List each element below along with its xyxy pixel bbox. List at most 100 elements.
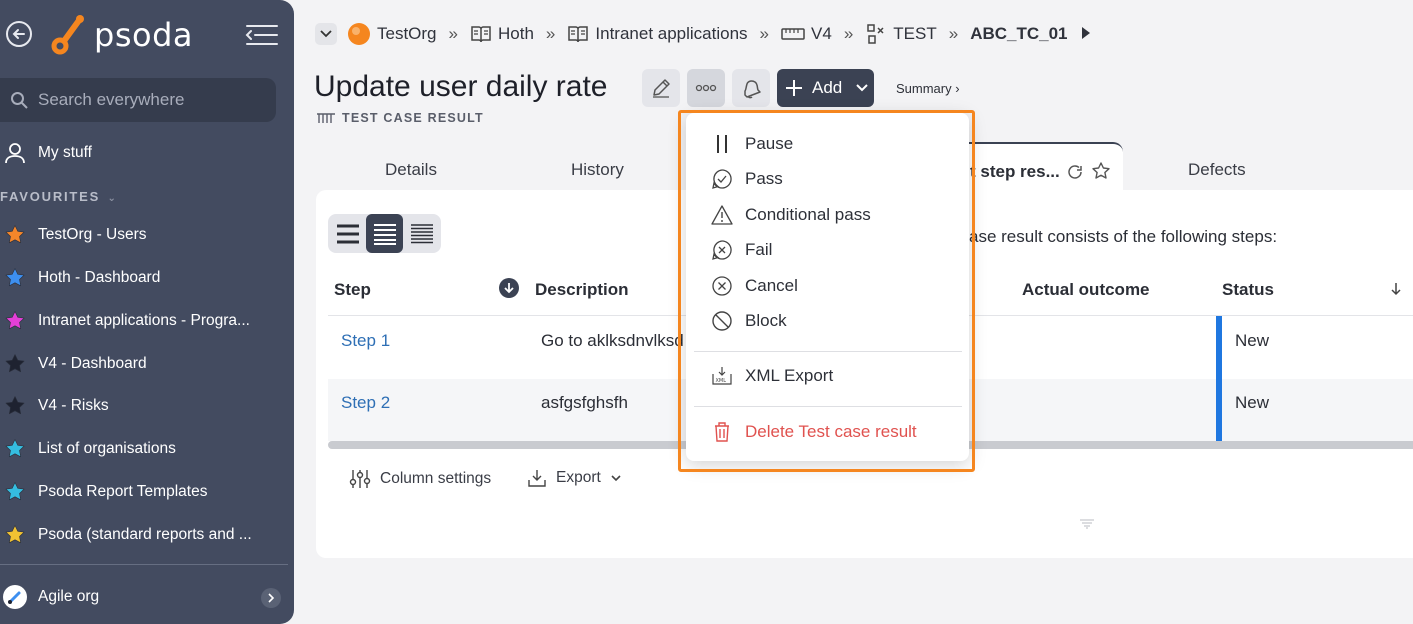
sidebar-item-favourite[interactable]: Psoda (standard reports and ... (0, 515, 290, 555)
breadcrumb-item-testorg[interactable]: TestOrg (347, 22, 437, 46)
cancel-icon (710, 274, 734, 298)
column-header-actual-outcome[interactable]: Actual outcome (1022, 280, 1150, 300)
star-icon (2, 436, 28, 462)
sidebar-divider (0, 564, 288, 565)
resize-handle-icon[interactable] (1079, 516, 1095, 534)
star-icon[interactable] (1091, 161, 1111, 181)
table-cell-description: Go to aklksdnvlksd (541, 331, 684, 350)
breadcrumb-dropdown-button[interactable] (315, 23, 337, 45)
sidebar-item-label: Agile org (38, 588, 100, 605)
table-cell-description: asfgsfghsfh (541, 393, 628, 412)
download-icon (528, 470, 546, 487)
search-input[interactable]: Search everywhere (0, 78, 276, 122)
export-button[interactable]: Export (527, 468, 621, 488)
warning-icon (710, 203, 734, 227)
view-compact-button[interactable] (403, 214, 440, 253)
menu-item-label: Cancel (745, 276, 798, 295)
add-button[interactable]: Add (777, 69, 874, 107)
column-settings-label: Column settings (380, 470, 492, 487)
sidebar-item-favourite[interactable]: Intranet applications - Progra... (0, 301, 290, 341)
breadcrumb-item-intranet[interactable]: Intranet applications (567, 24, 748, 44)
sidebar-item-favourite[interactable]: TestOrg - Users (0, 215, 290, 255)
edit-button[interactable] (642, 69, 680, 107)
favourites-heading[interactable]: FAVOURITES ⌄ (0, 189, 118, 204)
menu-item-pause[interactable]: Pause (710, 131, 793, 157)
test-icon (865, 23, 887, 45)
sidebar-item-label: V4 - Risks (38, 397, 109, 414)
sidebar-item-favourite[interactable]: List of organisations (0, 429, 290, 469)
caret-right-icon[interactable] (1081, 24, 1090, 44)
column-settings-button[interactable]: Column settings (349, 468, 491, 490)
sort-arrow-icon[interactable] (1390, 282, 1402, 301)
psoda-logo[interactable]: psoda (50, 13, 193, 57)
tab-details[interactable]: Details (385, 160, 437, 180)
list-compact-icon (410, 223, 433, 243)
refresh-icon[interactable] (1066, 163, 1084, 181)
summary-link[interactable]: Summary › (896, 81, 960, 96)
sidebar-item-favourite[interactable]: Hoth - Dashboard (0, 258, 290, 298)
tab-label: t step res... (970, 162, 1060, 181)
breadcrumb-label: ABC_TC_01 (970, 24, 1068, 43)
menu-item-cancel[interactable]: Cancel (710, 273, 798, 299)
breadcrumb-label: Intranet applications (595, 24, 748, 43)
back-icon[interactable] (6, 21, 32, 47)
breadcrumb-item-test[interactable]: TEST (865, 23, 937, 45)
sidebar-item-label: V4 - Dashboard (38, 355, 147, 372)
view-comfortable-button[interactable] (329, 214, 366, 253)
menu-item-pass[interactable]: Pass (710, 166, 783, 192)
menu-item-label: Block (745, 311, 787, 330)
breadcrumb-label: V4 (811, 24, 832, 43)
sidebar-item-favourite[interactable]: Psoda Report Templates (0, 472, 290, 512)
svg-text:XML: XML (716, 378, 727, 384)
breadcrumb-item-hoth[interactable]: Hoth (470, 24, 534, 44)
logo-mark-icon (51, 15, 84, 55)
star-icon (2, 308, 28, 334)
more-actions-button[interactable] (687, 69, 725, 107)
view-standard-button[interactable] (366, 214, 403, 253)
notifications-button[interactable] (732, 69, 770, 107)
tab-history[interactable]: History (571, 160, 624, 180)
breadcrumb-label: TEST (893, 24, 937, 43)
tab-defects[interactable]: Defects (1188, 160, 1246, 180)
table-cell-status: New (1235, 393, 1270, 412)
sidebar-item-label: TestOrg - Users (38, 226, 147, 243)
menu-item-fail[interactable]: Fail (710, 237, 772, 263)
sidebar: psoda Search everywhere My stuff FAVOURI… (0, 0, 294, 624)
search-icon (11, 92, 28, 109)
sidebar-item-my-stuff[interactable]: My stuff (0, 133, 290, 173)
export-label: Export (556, 469, 601, 486)
menu-item-label: Conditional pass (745, 205, 871, 224)
menu-item-delete[interactable]: Delete Test case result (710, 419, 917, 445)
sidebar-item-label: Hoth - Dashboard (38, 269, 161, 286)
column-header-description[interactable]: Description (535, 280, 629, 300)
chevron-down-icon: ⌄ (107, 193, 118, 204)
collapse-sidebar-icon[interactable] (245, 24, 279, 46)
breadcrumb: TestOrg » Hoth » Intranet applications »… (315, 20, 1090, 48)
breadcrumb-item-current[interactable]: ABC_TC_01 (970, 24, 1067, 44)
breadcrumb-item-v4[interactable]: V4 (781, 24, 832, 44)
sidebar-item-label: Intranet applications - Progra... (38, 312, 250, 329)
sliders-icon (349, 470, 371, 488)
chevron-down-icon (611, 474, 621, 481)
column-header-status[interactable]: Status (1222, 280, 1274, 300)
logo-text: psoda (94, 16, 193, 54)
column-header-step[interactable]: Step (334, 280, 371, 300)
menu-item-xml-export[interactable]: XML XML Export (710, 363, 833, 389)
sidebar-item-favourite[interactable]: V4 - Risks (0, 386, 290, 426)
favourites-heading-label: FAVOURITES (0, 189, 101, 204)
chevron-right-icon[interactable] (261, 588, 281, 608)
step-link[interactable]: Step 1 (341, 331, 390, 351)
sort-descending-icon[interactable] (499, 278, 519, 303)
breadcrumb-separator: » (843, 24, 854, 43)
sidebar-item-agile-org[interactable]: Agile org (0, 577, 290, 617)
menu-item-label: XML Export (745, 366, 834, 385)
sidebar-item-favourite[interactable]: V4 - Dashboard (0, 344, 290, 384)
menu-item-conditional-pass[interactable]: Conditional pass (710, 202, 871, 228)
menu-item-label: Pause (745, 134, 794, 153)
menu-item-block[interactable]: Block (710, 308, 787, 334)
plus-icon (786, 80, 802, 96)
star-icon (2, 222, 28, 248)
step-link[interactable]: Step 2 (341, 393, 390, 413)
star-icon (2, 479, 28, 505)
sidebar-item-label: My stuff (38, 144, 92, 161)
